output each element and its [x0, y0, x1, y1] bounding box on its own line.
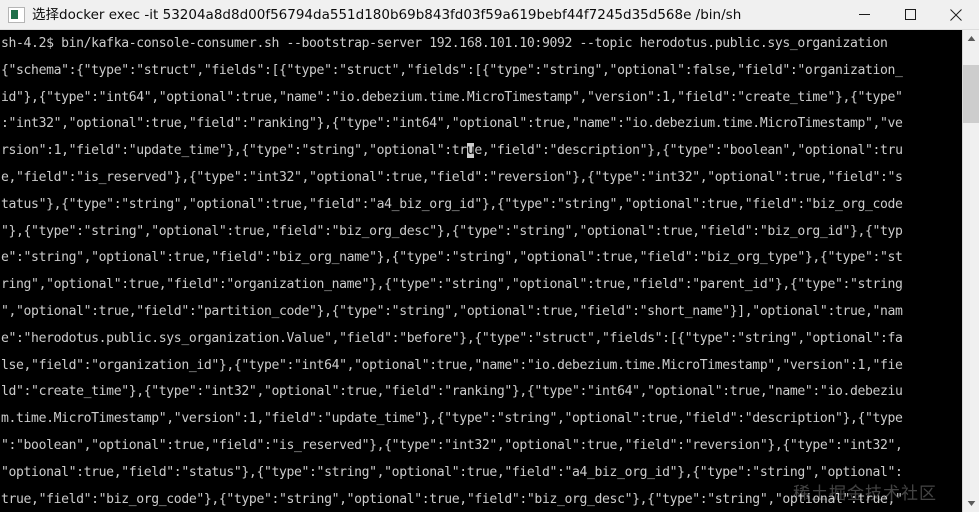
terminal-line: sh-4.2$ bin/kafka-console-consumer.sh --… [1, 36, 888, 51]
terminal-line: ld":"create_time"},{"type":"int32","opti… [1, 384, 903, 400]
terminal-line: e,"field":"is_reserved"},{"type":"int32"… [1, 169, 903, 185]
maximize-button[interactable] [887, 0, 933, 30]
terminal-cursor: u [466, 143, 475, 159]
terminal-area: sh-4.2$ bin/kafka-console-consumer.sh --… [0, 30, 979, 512]
minimize-button[interactable] [841, 0, 887, 30]
terminal-line: true,"field":"biz_org_code"},{"type":"st… [1, 491, 903, 507]
window-title: 选择docker exec -it 53204a8d8d00f56794da55… [32, 6, 742, 23]
terminal-line: "optional":true,"field":"status"},{"type… [1, 464, 903, 480]
terminal-line: e":"herodotus.public.sys_organization.Va… [1, 330, 903, 346]
terminal-output[interactable]: sh-4.2$ bin/kafka-console-consumer.sh --… [0, 30, 962, 512]
terminal-line: ","optional":true,"field":"partition_cod… [1, 303, 903, 319]
terminal-line: e":"string","optional":true,"field":"biz… [1, 250, 903, 266]
console-icon [8, 6, 25, 23]
terminal-line: id"},{"type":"int64","optional":true,"na… [1, 89, 903, 105]
terminal-line: rsion":1,"field":"update_time"},{"type":… [1, 143, 903, 159]
scroll-down-arrow[interactable] [963, 495, 979, 512]
vertical-scrollbar[interactable] [962, 30, 979, 512]
terminal-line: ring","optional":true,"field":"organizat… [1, 277, 903, 293]
window-titlebar[interactable]: 选择docker exec -it 53204a8d8d00f56794da55… [0, 0, 979, 30]
terminal-line: lse,"field":"organization_id"},{"type":"… [1, 357, 903, 373]
terminal-line: "},{"type":"string","optional":true,"fie… [1, 223, 903, 239]
scroll-up-arrow[interactable] [963, 30, 979, 47]
window-controls [841, 0, 979, 30]
close-button[interactable] [933, 0, 979, 30]
terminal-line: tatus"},{"type":"string","optional":true… [1, 196, 903, 212]
terminal-line: ":"boolean","optional":true,"field":"is_… [1, 437, 903, 453]
terminal-line: {"schema":{"type":"struct","fields":[{"t… [1, 62, 903, 78]
console-window: 选择docker exec -it 53204a8d8d00f56794da55… [0, 0, 979, 512]
terminal-line: :"int32","optional":true,"field":"rankin… [1, 116, 903, 132]
terminal-line: m.time.MicroTimestamp","version":1,"fiel… [1, 411, 903, 427]
scroll-thumb[interactable] [963, 65, 979, 123]
scrollbar-track[interactable] [963, 47, 979, 495]
